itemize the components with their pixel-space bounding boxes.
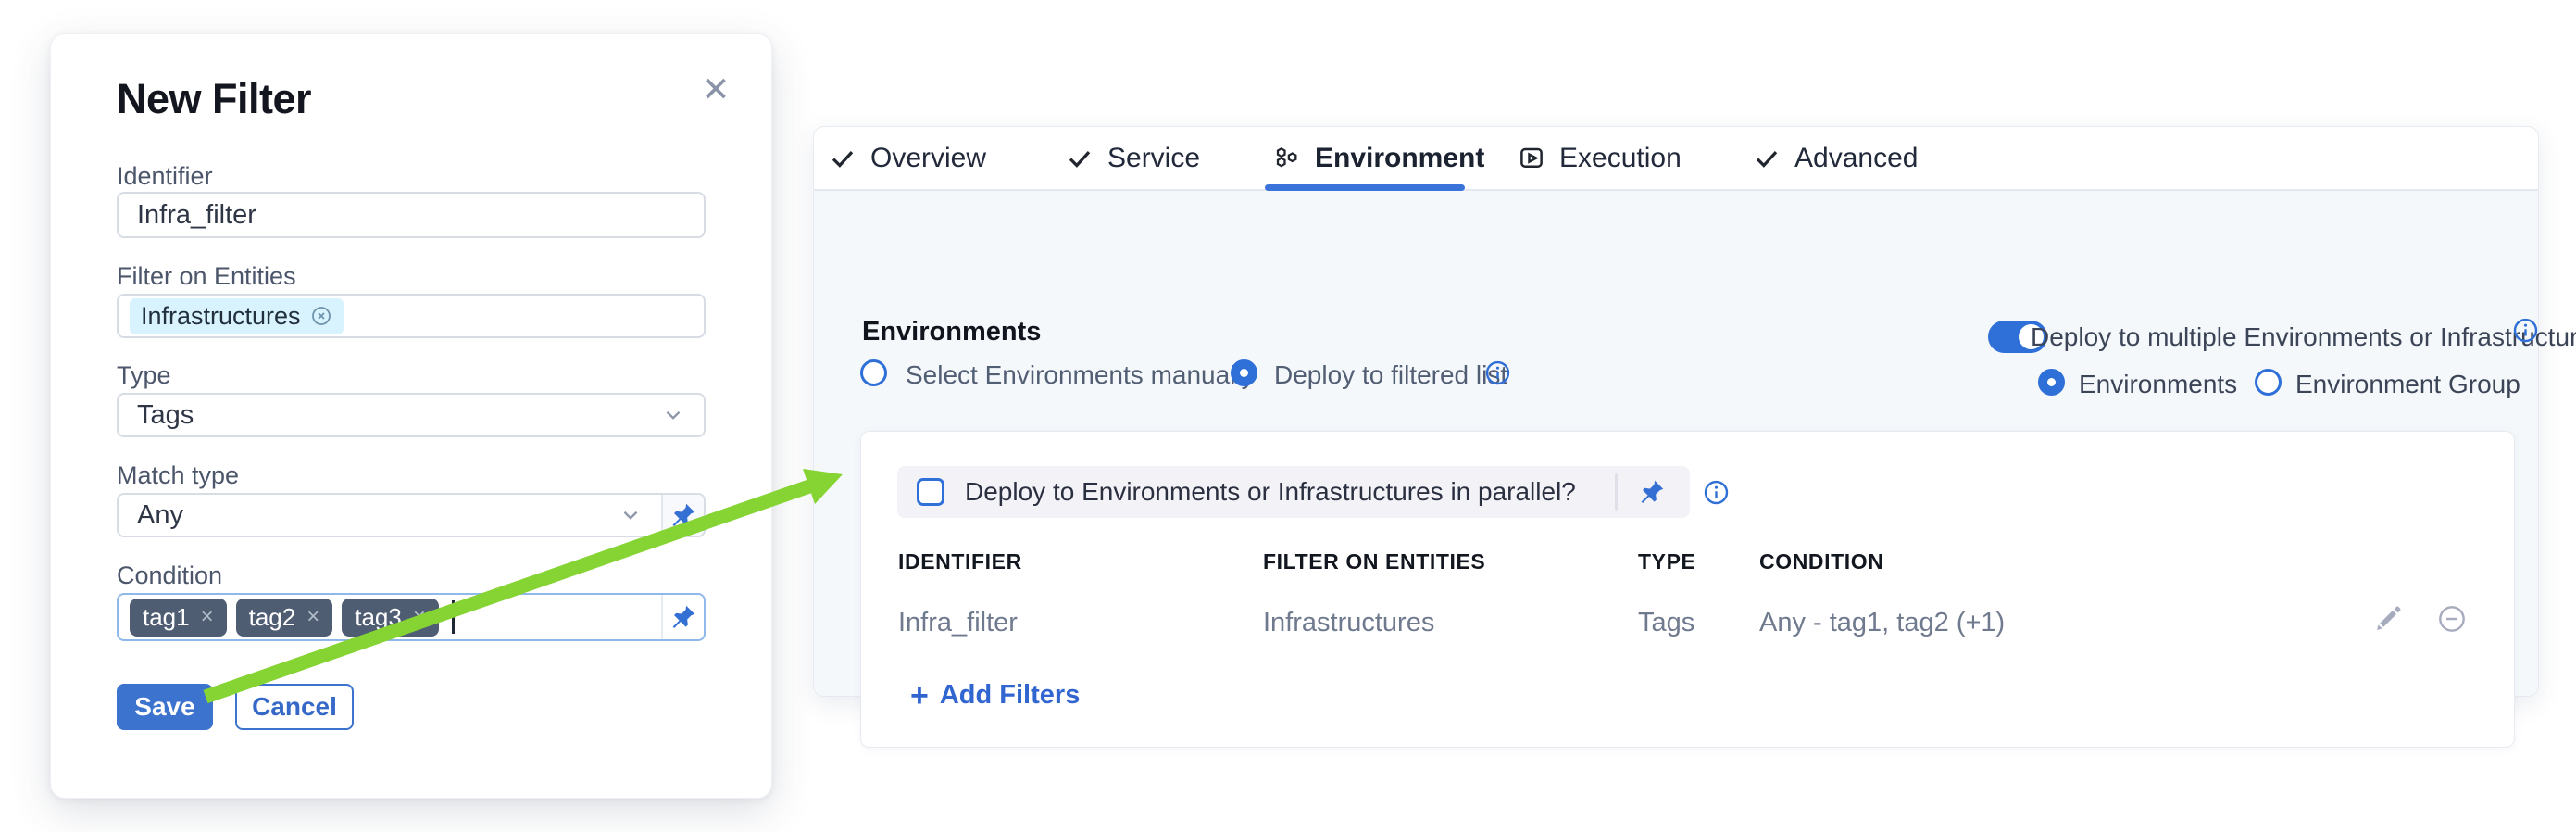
close-icon[interactable]: ✕	[697, 71, 734, 108]
tag-label: tag2	[249, 603, 296, 632]
cell-condition: Any - tag1, tag2 (+1)	[1759, 608, 2005, 638]
check-icon	[1753, 145, 1781, 172]
radio-environment-group[interactable]	[2255, 369, 2282, 396]
entities-chip: Infrastructures	[130, 298, 344, 334]
cancel-button[interactable]: Cancel	[235, 684, 354, 730]
tab-label: Advanced	[1794, 143, 1918, 174]
parallel-deploy-checkbox[interactable]	[917, 478, 944, 506]
radio-select-environments-manually[interactable]	[860, 359, 887, 386]
text-caret	[452, 600, 455, 634]
entities-field[interactable]: Infrastructures	[117, 294, 706, 338]
chevron-down-icon	[619, 503, 643, 527]
col-header-entities: FILTER ON ENTITIES	[1263, 549, 1485, 574]
toggle-label: Deploy to multiple Environments or Infra…	[2031, 322, 2576, 352]
radio-label: Select Environments manually	[906, 360, 1255, 390]
condition-label: Condition	[117, 561, 222, 590]
remove-icon[interactable]	[2437, 604, 2467, 634]
tab-advanced[interactable]: Advanced	[1753, 127, 1918, 189]
tab-environment[interactable]: Environment	[1273, 127, 1484, 189]
condition-tag[interactable]: tag3 ×	[342, 599, 439, 637]
parallel-deploy-label: Deploy to Environments or Infrastructure…	[965, 477, 1615, 507]
radio-environments[interactable]	[2038, 369, 2065, 396]
tag-label: tag3	[355, 603, 402, 632]
tab-label: Execution	[1559, 143, 1682, 174]
match-type-value: Any	[137, 500, 619, 531]
pipeline-stage-panel: Overview Service Environment Execu	[813, 126, 2539, 697]
page: New Filter ✕ Identifier Infra_filter Fil…	[0, 0, 2576, 832]
cell-entities: Infrastructures	[1263, 608, 1434, 638]
add-filters-button[interactable]: + Add Filters	[910, 680, 1080, 711]
chevron-down-icon	[661, 403, 685, 427]
match-type-select[interactable]: Any	[117, 493, 706, 537]
check-icon	[1066, 145, 1094, 172]
type-value: Tags	[137, 400, 661, 431]
cell-type: Tags	[1638, 608, 1694, 638]
new-filter-modal: New Filter ✕ Identifier Infra_filter Fil…	[50, 33, 772, 799]
divider	[1615, 473, 1618, 511]
col-header-type: TYPE	[1638, 549, 1695, 574]
col-header-identifier: IDENTIFIER	[898, 549, 1022, 574]
condition-tag[interactable]: tag1 ×	[130, 599, 227, 637]
condition-tag[interactable]: tag2 ×	[236, 599, 333, 637]
tag-label: tag1	[143, 603, 190, 632]
add-filters-label: Add Filters	[940, 680, 1080, 711]
environment-section: Environments Select Environments manuall…	[814, 191, 2538, 696]
tag-remove-icon[interactable]: ×	[413, 604, 426, 630]
filters-card: Deploy to Environments or Infrastructure…	[860, 431, 2515, 748]
parallel-deploy-row: Deploy to Environments or Infrastructure…	[897, 466, 1690, 518]
match-type-pin-button[interactable]	[661, 495, 704, 536]
save-button[interactable]: Save	[117, 684, 213, 730]
plus-icon: +	[910, 682, 929, 710]
pin-icon	[669, 501, 697, 529]
info-icon[interactable]	[1484, 359, 1511, 386]
active-tab-underline	[1265, 184, 1465, 191]
edit-icon[interactable]	[2373, 604, 2403, 634]
environment-icon	[1273, 145, 1301, 172]
tag-remove-icon[interactable]: ×	[201, 604, 214, 630]
condition-field[interactable]: tag1 × tag2 × tag3 ×	[117, 593, 706, 641]
condition-pin-button[interactable]	[661, 595, 704, 639]
pin-icon	[669, 603, 697, 631]
radio-deploy-to-filtered-list[interactable]	[1231, 359, 1257, 386]
info-icon[interactable]	[2512, 317, 2539, 344]
tag-remove-icon[interactable]: ×	[306, 604, 319, 630]
modal-title: New Filter	[117, 75, 311, 123]
entities-label: Filter on Entities	[117, 262, 296, 291]
pin-icon[interactable]	[1638, 478, 1666, 506]
radio-label: Deploy to filtered list	[1274, 360, 1507, 390]
stage-tabbar: Overview Service Environment Execu	[814, 127, 2538, 191]
type-label: Type	[117, 361, 171, 390]
tab-execution[interactable]: Execution	[1518, 127, 1682, 189]
type-select[interactable]: Tags	[117, 393, 706, 437]
chip-remove-icon[interactable]	[310, 305, 332, 327]
radio-label: Environments	[2079, 370, 2237, 399]
check-icon	[829, 145, 857, 172]
cell-identifier: Infra_filter	[898, 608, 1018, 638]
environments-heading: Environments	[862, 317, 1041, 347]
execution-icon	[1518, 145, 1545, 172]
radio-label: Environment Group	[2295, 370, 2520, 399]
info-icon[interactable]	[1703, 479, 1730, 506]
col-header-condition: CONDITION	[1759, 549, 1883, 574]
entities-chip-label: Infrastructures	[141, 302, 301, 331]
identifier-value: Infra_filter	[137, 200, 685, 231]
match-type-label: Match type	[117, 461, 239, 490]
identifier-field[interactable]: Infra_filter	[117, 192, 706, 238]
tab-service[interactable]: Service	[1066, 127, 1200, 189]
tab-label: Environment	[1315, 143, 1484, 174]
tab-label: Service	[1107, 143, 1200, 174]
identifier-label: Identifier	[117, 162, 213, 191]
tab-overview[interactable]: Overview	[829, 127, 986, 189]
tab-label: Overview	[870, 143, 986, 174]
